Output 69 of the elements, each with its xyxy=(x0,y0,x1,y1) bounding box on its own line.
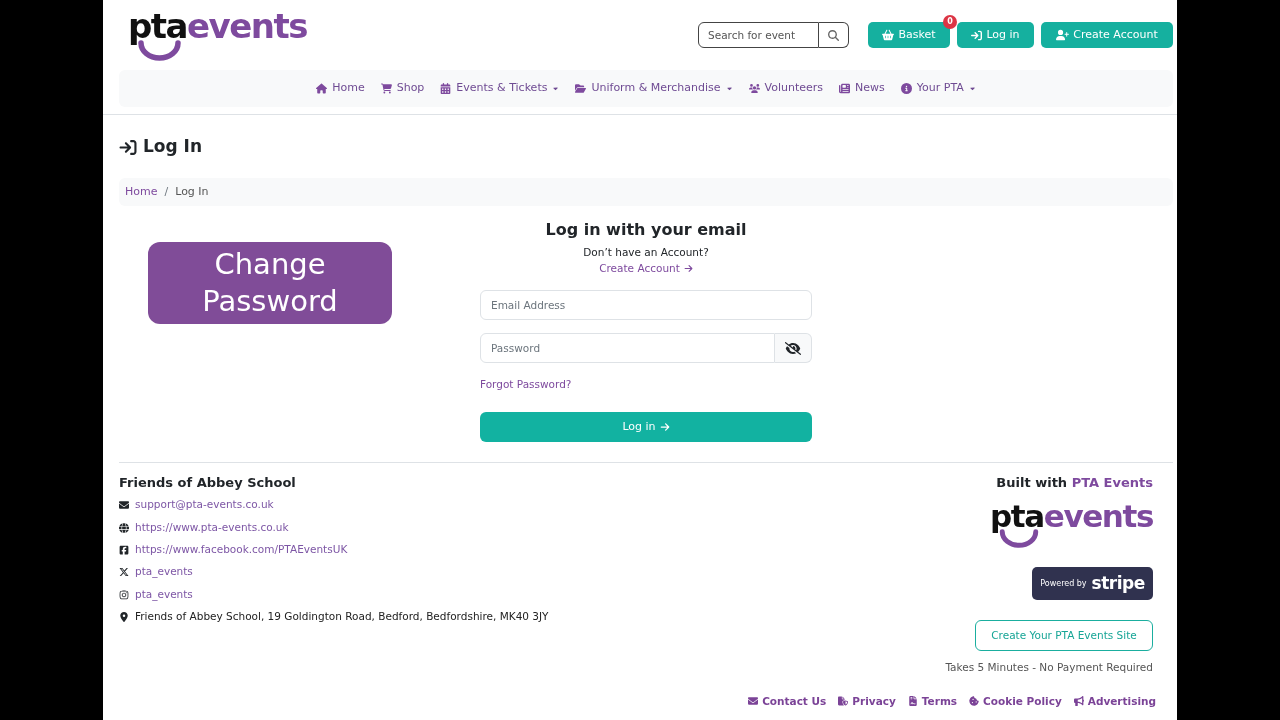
breadcrumb-separator: / xyxy=(163,183,170,200)
file-icon xyxy=(838,696,849,706)
pta-events-link[interactable]: PTA Events xyxy=(1071,475,1153,490)
location-pin-icon xyxy=(119,612,129,623)
password-field[interactable]: Password xyxy=(480,333,775,363)
globe-icon xyxy=(119,522,129,533)
account-prompt: Don’t have an Account? xyxy=(582,245,710,260)
sign-in-icon xyxy=(971,29,983,41)
search-button[interactable] xyxy=(819,22,849,48)
caret-down-icon xyxy=(968,85,976,92)
calendar-icon xyxy=(440,83,452,94)
nav-link[interactable]: Events & Tickets xyxy=(437,80,563,97)
logo-wordmark: ptaevents xyxy=(990,501,1153,532)
breadcrumb-current: Log In xyxy=(175,183,209,200)
footer-link[interactable]: Cookie Policy xyxy=(969,693,1062,709)
nav-link[interactable]: Uniform & Merchandise xyxy=(572,80,736,97)
arrow-right-icon xyxy=(683,263,693,273)
user-plus-icon xyxy=(1056,29,1070,41)
count-badge: 0 xyxy=(943,15,957,29)
facebook-icon xyxy=(119,544,129,555)
page-title: Log In xyxy=(143,135,203,159)
footer-link[interactable]: Advertising xyxy=(1073,693,1156,709)
contact-link[interactable]: pta_events xyxy=(135,586,193,603)
footer-link[interactable]: Terms xyxy=(907,693,958,709)
search-field[interactable]: Search for event xyxy=(698,22,819,48)
footer-link[interactable]: Privacy xyxy=(838,693,896,709)
caret-down-icon xyxy=(725,85,733,92)
form-heading: Log in with your email xyxy=(544,219,748,241)
contact-link[interactable]: https://www.facebook.com/PTAEventsUK xyxy=(135,542,348,558)
nav-link[interactable]: Your PTA xyxy=(897,80,979,97)
create-account-link[interactable]: Create Account xyxy=(599,260,693,276)
search-icon xyxy=(828,29,839,41)
show-password-button[interactable] xyxy=(775,333,812,363)
home-icon xyxy=(316,83,328,94)
bullhorn-icon xyxy=(1073,696,1084,706)
info-icon xyxy=(900,83,912,94)
basket-icon xyxy=(882,29,895,41)
breadcrumb-link[interactable]: Home xyxy=(125,183,158,201)
organisation-name: Friends of Abbey School xyxy=(119,474,297,492)
cookie-icon xyxy=(969,696,980,706)
forgot-password-link[interactable]: Forgot Password? xyxy=(480,376,572,392)
email-field[interactable]: Email Address xyxy=(480,290,812,320)
nav-link[interactable]: Shop xyxy=(377,80,428,97)
instagram-icon xyxy=(119,589,129,600)
users-icon xyxy=(748,83,760,94)
change-password-banner: Change Password xyxy=(148,242,392,324)
contact-link[interactable]: support@pta-events.co.uk xyxy=(135,497,274,514)
envelope-icon xyxy=(119,500,129,511)
arrow-right-icon xyxy=(659,422,670,432)
contact-link[interactable]: pta_events xyxy=(135,564,193,581)
envelope-icon xyxy=(748,696,759,706)
footer-link[interactable]: Contact Us xyxy=(748,693,827,709)
note-text: Takes 5 Minutes - No Payment Required xyxy=(945,660,1153,675)
cart-icon xyxy=(380,83,392,94)
eye-slash-icon xyxy=(785,341,801,355)
address-text: Friends of Abbey School, 19 Goldington Road, Bedford, Bedfordshire, MK40 3JY xyxy=(135,609,549,625)
nav-link[interactable]: Volunteers xyxy=(745,80,827,97)
file-icon xyxy=(907,696,918,706)
nav-link[interactable]: Home xyxy=(313,80,368,97)
sign-in-icon xyxy=(119,138,137,156)
contact-link[interactable]: https://www.pta-events.co.uk xyxy=(135,519,289,536)
caret-down-icon xyxy=(552,85,560,92)
stripe-badge[interactable]: Powered by stripe xyxy=(1032,567,1153,600)
logo-wordmark: ptaevents xyxy=(128,9,308,43)
newspaper-icon xyxy=(839,83,851,94)
built-with-text: Built with PTA Events xyxy=(996,474,1153,492)
nav-link[interactable]: News xyxy=(836,80,888,97)
folder-icon xyxy=(575,83,587,94)
x-icon xyxy=(119,567,129,578)
